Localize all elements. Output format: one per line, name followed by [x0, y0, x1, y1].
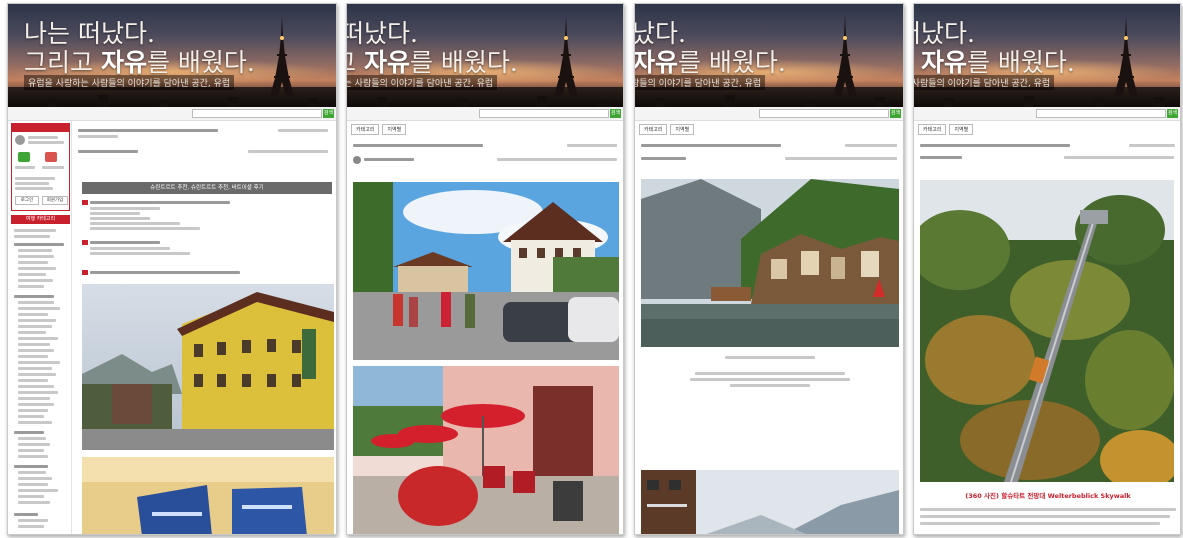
banner-subtitle: 유럽을 사랑하는 사람들의 이야기를 담아낸 공간, 유럽	[635, 75, 766, 90]
award-photo	[82, 457, 334, 534]
blog-banner: 나는 떠났다. 그리고 자유를 배웠다. 유럽을 사랑하는 사람들의 이야기를 …	[635, 4, 903, 107]
search-button[interactable]: 검색	[323, 109, 334, 118]
profile-box: 로그인 회원가입	[11, 123, 70, 211]
sidebar: 로그인 회원가입 여행 카테고리	[10, 121, 72, 534]
screenshot-panel-4: 나는 떠났다. 그리고 자유를 배웠다. 유럽을 사랑하는 사람들의 이야기를 …	[913, 3, 1181, 535]
photo-caption: (360 사진) 할슈타트 전망대 Welterbeblick Skywalk	[965, 492, 1131, 500]
blog-banner: 나는 떠났다. 그리고 자유를 배웠다. 유럽을 사랑하는 사람들의 이야기를 …	[8, 4, 336, 107]
village-street-photo	[353, 182, 619, 360]
banner-subtitle: 유럽을 사랑하는 사람들의 이야기를 담아낸 공간, 유럽	[914, 75, 1055, 90]
screenshot-panel-1: 나는 떠났다. 그리고 자유를 배웠다. 유럽을 사랑하는 사람들의 이야기를 …	[7, 3, 337, 535]
login-button[interactable]: 로그인	[15, 196, 39, 205]
screenshot-panel-3: 나는 떠났다. 그리고 자유를 배웠다. 유럽을 사랑하는 사람들의 이야기를 …	[634, 3, 904, 535]
banner-title: 나는 떠났다. 그리고 자유를 배웠다.	[24, 19, 255, 77]
search-button[interactable]: 검색	[610, 109, 621, 118]
eiffel-tower-icon	[270, 16, 294, 96]
top-navbar: 검색	[347, 107, 623, 121]
search-input[interactable]	[759, 109, 889, 118]
search-input[interactable]	[1036, 109, 1166, 118]
hallstatt-lake-photo	[641, 179, 899, 347]
banner-title: 나는 떠났다. 그리고 자유를 배웠다.	[347, 19, 518, 77]
banner-subtitle: 유럽을 사랑하는 사람들의 이야기를 담아낸 공간, 유럽	[24, 75, 235, 90]
banner-title: 나는 떠났다. 그리고 자유를 배웠다.	[914, 19, 1075, 77]
tab-region[interactable]: 지역별	[382, 124, 407, 135]
tab-region[interactable]: 지역별	[949, 124, 974, 135]
eiffel-tower-icon	[554, 16, 578, 96]
avatar	[15, 135, 25, 145]
banner-title: 나는 떠났다. 그리고 자유를 배웠다.	[635, 19, 786, 77]
avatar	[353, 156, 361, 164]
signup-button[interactable]: 회원가입	[42, 196, 68, 205]
eiffel-tower-icon	[833, 16, 857, 96]
category-tabs: 카테고리 지역별	[351, 124, 407, 135]
search-input[interactable]	[479, 109, 609, 118]
blog-banner: 나는 떠났다. 그리고 자유를 배웠다. 유럽을 사랑하는 사람들의 이야기를 …	[347, 4, 623, 107]
banner-subtitle: 유럽을 사랑하는 사람들의 이야기를 담아낸 공간, 유럽	[347, 75, 498, 90]
search-button[interactable]: 검색	[890, 109, 901, 118]
blog-icon[interactable]	[18, 152, 30, 162]
cafe-photo	[353, 366, 619, 534]
section-title-bar: 슈린트르트 추천, 슈린트르트 추천, 바트이셜 후기	[82, 182, 332, 194]
top-navbar: 검색	[8, 107, 336, 121]
skywalk-funicular-photo	[920, 180, 1174, 482]
category-header: 여행 카테고리	[11, 215, 70, 224]
tab-region[interactable]: 지역별	[670, 124, 695, 135]
tab-category[interactable]: 카테고리	[351, 124, 380, 135]
search-input[interactable]	[192, 109, 322, 118]
category-tabs: 카테고리 지역별	[918, 124, 974, 135]
hallstatt-houses-photo	[641, 470, 899, 534]
section-title: 슈린트르트 추천, 슈린트르트 추천, 바트이셜 후기	[150, 185, 264, 191]
neighbor-icon[interactable]	[45, 152, 57, 162]
top-navbar: 검색	[914, 107, 1180, 121]
hotel-photo	[82, 284, 334, 450]
tab-category[interactable]: 카테고리	[639, 124, 668, 135]
search-button[interactable]: 검색	[1167, 109, 1178, 118]
screenshot-panel-2: 나는 떠났다. 그리고 자유를 배웠다. 유럽을 사랑하는 사람들의 이야기를 …	[346, 3, 624, 535]
eiffel-tower-icon	[1114, 16, 1138, 96]
tab-category[interactable]: 카테고리	[918, 124, 947, 135]
category-tabs: 카테고리 지역별	[639, 124, 695, 135]
blog-banner: 나는 떠났다. 그리고 자유를 배웠다. 유럽을 사랑하는 사람들의 이야기를 …	[914, 4, 1180, 107]
top-navbar: 검색	[635, 107, 903, 121]
